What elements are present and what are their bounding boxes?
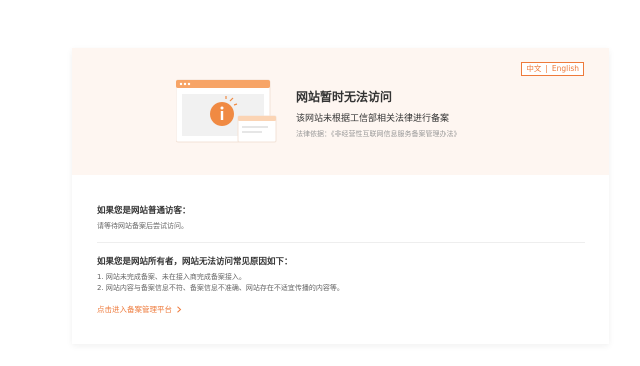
reasons-list: 1. 网站未完成备案、未在接入商完成备案接入。 2. 网站内容与备案信息不符、备… [97,272,585,294]
visitor-section: 如果您是网站普通访客： 请等待网站备案后尝试访问。 [97,204,585,232]
hero-banner: 中文 | English 网站暂时无法访问 该网站未根据工信部相关法律进行备案 … [72,48,609,175]
info-icon [210,102,234,126]
chevron-right-icon [174,305,182,314]
owner-title: 如果您是网站所有者，网站无法访问常见原因如下： [97,257,293,267]
filing-platform-link[interactable]: 点击进入备案管理平台 [97,304,182,315]
visitor-title: 如果您是网站普通访客： [97,206,191,216]
section-divider [97,242,585,243]
filing-platform-link-label: 点击进入备案管理平台 [97,305,172,314]
hero-text: 网站暂时无法访问 该网站未根据工信部相关法律进行备案 法律依据：《非经营性互联网… [296,88,461,139]
browser-info-illustration [176,79,277,143]
law-reference: 法律依据：《非经营性互联网信息服务备案管理办法》 [296,130,461,138]
owner-section: 如果您是网站所有者，网站无法访问常见原因如下： 1. 网站未完成备案、未在接入商… [97,255,585,294]
lang-en-link[interactable]: English [552,63,579,75]
lang-zh-link[interactable]: 中文 [526,63,541,75]
reason-item: 2. 网站内容与备案信息不符、备案信息不准确、网站存在不适宜传播的内容等。 [97,284,344,292]
reason-item: 1. 网站未完成备案、未在接入商完成备案接入。 [97,273,246,281]
language-switcher: 中文 | English [521,62,584,76]
content-card: 中文 | English 网站暂时无法访问 该网站未根据工信部相关法律进行备案 … [72,48,609,344]
lang-separator: | [545,64,548,73]
page-subtitle: 该网站未根据工信部相关法律进行备案 [296,114,450,124]
page-title: 网站暂时无法访问 [296,90,393,104]
visitor-text: 请等待网站备案后尝试访问。 [97,222,188,230]
